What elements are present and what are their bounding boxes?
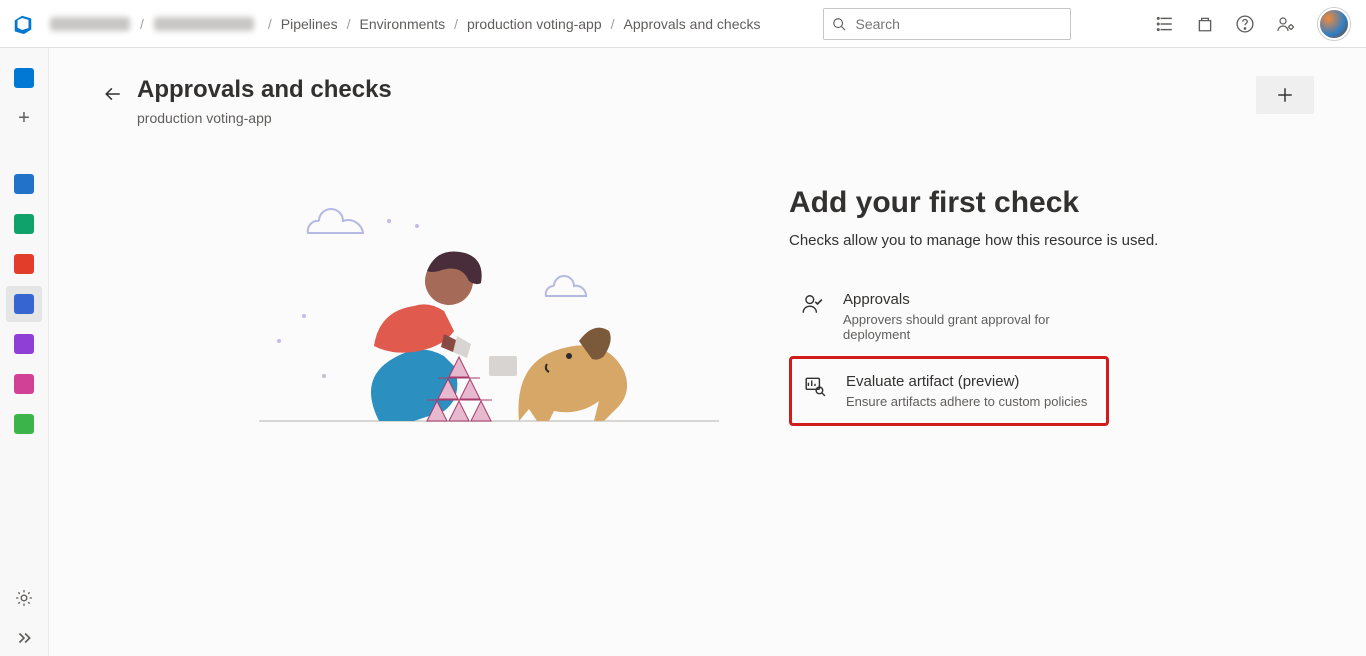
- breadcrumb-pipelines[interactable]: Pipelines: [281, 16, 338, 32]
- artifact-search-icon: [804, 375, 826, 397]
- person-icon: [801, 293, 823, 315]
- search-box[interactable]: [823, 8, 1071, 40]
- back-button[interactable]: [97, 78, 129, 110]
- option-approvals[interactable]: Approvals Approvers should grant approva…: [789, 277, 1113, 356]
- search-icon: [832, 17, 846, 31]
- nav-test-plans[interactable]: [6, 326, 42, 362]
- azure-devops-logo[interactable]: [12, 13, 34, 35]
- left-nav: +: [0, 48, 49, 656]
- marketplace-icon[interactable]: [1196, 15, 1214, 33]
- user-settings-icon[interactable]: [1276, 15, 1296, 33]
- nav-add[interactable]: +: [6, 100, 42, 136]
- option-evaluate-desc: Ensure artifacts adhere to custom polici…: [846, 394, 1087, 409]
- nav-settings[interactable]: [6, 580, 42, 616]
- breadcrumb-environments[interactable]: Environments: [360, 16, 446, 32]
- add-check-button[interactable]: [1256, 76, 1314, 114]
- list-icon[interactable]: [1156, 15, 1174, 33]
- nav-pipelines[interactable]: [6, 286, 42, 322]
- empty-heading: Add your first check: [789, 186, 1158, 220]
- project-name-redacted: [154, 17, 254, 31]
- nav-compliance[interactable]: [6, 406, 42, 442]
- empty-state-illustration: [249, 186, 729, 446]
- org-name-redacted: [50, 17, 130, 31]
- option-approvals-desc: Approvers should grant approval for depl…: [843, 312, 1101, 342]
- nav-artifacts[interactable]: [6, 366, 42, 402]
- breadcrumb-approvals-checks[interactable]: Approvals and checks: [624, 16, 761, 32]
- page-subtitle: production voting-app: [137, 110, 392, 126]
- nav-pipelines-alt[interactable]: [6, 246, 42, 282]
- search-input[interactable]: [854, 15, 1062, 33]
- avatar[interactable]: [1318, 8, 1350, 40]
- option-approvals-title: Approvals: [843, 291, 1101, 308]
- nav-overview[interactable]: [6, 60, 42, 96]
- empty-description: Checks allow you to manage how this reso…: [789, 232, 1158, 249]
- option-evaluate-title: Evaluate artifact (preview): [846, 373, 1087, 390]
- nav-repos[interactable]: [6, 206, 42, 242]
- nav-boards[interactable]: [6, 166, 42, 202]
- breadcrumb: / Pipelines / Environments / production …: [268, 16, 761, 32]
- page-title: Approvals and checks: [137, 76, 392, 104]
- help-icon[interactable]: [1236, 15, 1254, 33]
- breadcrumb-environment-name[interactable]: production voting-app: [467, 16, 602, 32]
- nav-expand[interactable]: [6, 620, 42, 656]
- option-evaluate-artifact[interactable]: Evaluate artifact (preview) Ensure artif…: [789, 356, 1109, 426]
